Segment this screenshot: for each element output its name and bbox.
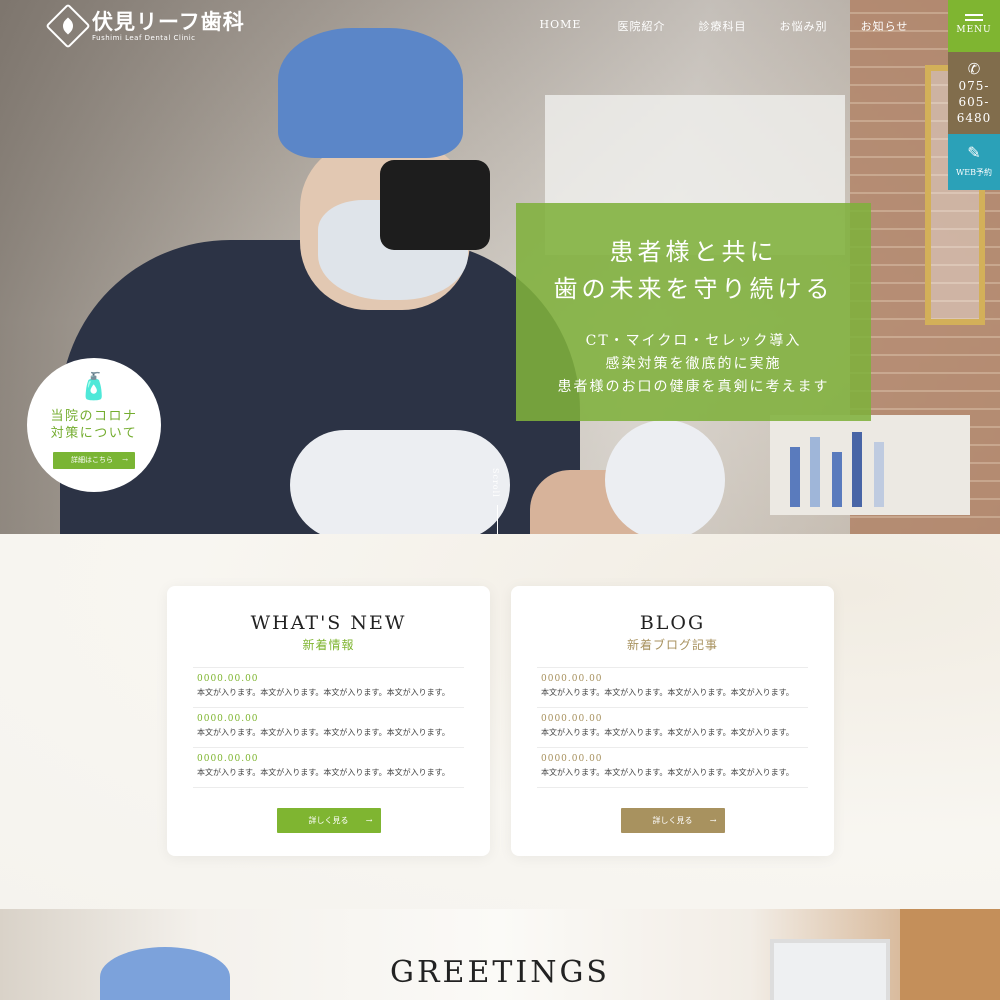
news-subtitle: 新着情報 — [302, 638, 355, 652]
tel-line: 605- — [958, 95, 990, 109]
greetings-section: GREETINGS — [0, 909, 1000, 1000]
hero-glove-right — [605, 420, 725, 534]
menu-button[interactable]: MENU — [948, 0, 1000, 52]
global-nav: HOME 医院紹介 診療科目 お悩み別 お知らせ — [520, 18, 925, 34]
hero-catchcopy: 患者様と共に 歯の未来を守り続ける — [516, 234, 871, 308]
hero-catch-line2: 歯の未来を守り続ける — [553, 275, 834, 303]
calendar-edit-icon: ✎ — [967, 143, 981, 162]
news-item[interactable]: 0000.00.00 本文が入ります。本文が入ります。本文が入ります。本文が入り… — [193, 708, 464, 748]
news-date: 0000.00.00 — [197, 714, 259, 724]
blog-text: 本文が入ります。本文が入ります。本文が入ります。本文が入ります。 — [541, 728, 794, 737]
logo-subtitle: Fushimi Leaf Dental Clinic — [92, 34, 196, 42]
greetings-title: GREETINGS — [390, 955, 610, 990]
news-date: 0000.00.00 — [197, 754, 259, 764]
blog-list: 0000.00.00 本文が入ります。本文が入ります。本文が入ります。本文が入り… — [537, 667, 808, 788]
hero-points: CT・マイクロ・セレック導入 感染対策を徹底的に実施 患者様のお口の健康を真剣に… — [516, 330, 871, 399]
news-text: 本文が入ります。本文が入ります。本文が入ります。本文が入ります。 — [197, 688, 450, 697]
blog-date: 0000.00.00 — [541, 754, 603, 764]
logo-name: 伏見リーフ歯科 — [92, 9, 245, 34]
news-title: WHAT'S NEW — [250, 612, 407, 634]
blog-text: 本文が入ります。本文が入ります。本文が入ります。本文が入ります。 — [541, 688, 794, 697]
hamburger-icon-bar — [965, 19, 983, 21]
side-fixed-bar: MENU ✆ 075- 605- 6480 ✎ WEB予約 — [948, 0, 1000, 190]
blog-date: 0000.00.00 — [541, 714, 603, 724]
nav-news[interactable]: お知らせ — [844, 18, 925, 34]
tel-button[interactable]: ✆ 075- 605- 6480 — [948, 52, 1000, 134]
blog-item[interactable]: 0000.00.00 本文が入ります。本文が入ります。本文が入ります。本文が入り… — [537, 668, 808, 708]
news-text: 本文が入ります。本文が入ります。本文が入ります。本文が入ります。 — [197, 768, 450, 777]
nav-clinic[interactable]: 医院紹介 — [601, 18, 682, 34]
corona-title: 当院のコロナ 対策について — [27, 408, 161, 442]
hero-dentist-cap — [278, 28, 463, 158]
blog-subtitle: 新着ブログ記事 — [626, 638, 718, 652]
news-item[interactable]: 0000.00.00 本文が入ります。本文が入ります。本文が入ります。本文が入り… — [193, 748, 464, 788]
hero-point: 感染対策を徹底的に実施 — [605, 356, 782, 372]
hero-point: 患者様のお口の健康を真剣に考えます — [557, 379, 830, 395]
blog-more-button[interactable]: 詳しく見る — [620, 808, 725, 833]
nav-treatment[interactable]: 診療科目 — [682, 18, 763, 34]
blog-item[interactable]: 0000.00.00 本文が入ります。本文が入ります。本文が入ります。本文が入り… — [537, 748, 808, 788]
hero: 伏見リーフ歯科 Fushimi Leaf Dental Clinic HOME … — [0, 0, 1000, 534]
news-text: 本文が入ります。本文が入ります。本文が入ります。本文が入ります。 — [197, 728, 450, 737]
news-section — [0, 534, 1000, 909]
hero-point: CT・マイクロ・セレック導入 — [585, 333, 802, 349]
hero-catch-line1: 患者様と共に — [609, 238, 778, 266]
hero-dentist-loupe — [380, 160, 490, 250]
blog-item[interactable]: 0000.00.00 本文が入ります。本文が入ります。本文が入ります。本文が入り… — [537, 708, 808, 748]
blog-text: 本文が入ります。本文が入ります。本文が入ります。本文が入ります。 — [541, 768, 794, 777]
news-card: WHAT'S NEW 新着情報 0000.00.00 本文が入ります。本文が入り… — [167, 586, 490, 856]
hero-catch-box: 患者様と共に 歯の未来を守り続ける CT・マイクロ・セレック導入 感染対策を徹底… — [516, 203, 871, 421]
web-reserve-button[interactable]: ✎ WEB予約 — [948, 134, 1000, 190]
hero-glove-left — [290, 430, 510, 534]
news-date: 0000.00.00 — [197, 674, 259, 684]
news-more-button[interactable]: 詳しく見る — [276, 808, 381, 833]
news-list: 0000.00.00 本文が入ります。本文が入ります。本文が入ります。本文が入り… — [193, 667, 464, 788]
tel-line: 075- — [958, 79, 990, 93]
hamburger-icon — [965, 14, 983, 16]
sanitizer-icon: 🧴 — [77, 372, 111, 402]
web-reserve-label: WEB予約 — [956, 168, 992, 177]
scroll-line — [497, 505, 498, 534]
nav-concerns[interactable]: お悩み別 — [763, 18, 844, 34]
hero-shelf — [770, 415, 970, 515]
phone-icon: ✆ — [967, 60, 981, 78]
blog-date: 0000.00.00 — [541, 674, 603, 684]
leaf-logo-icon — [45, 3, 91, 49]
menu-label: MENU — [956, 25, 992, 35]
blog-title: BLOG — [639, 612, 706, 634]
nav-home[interactable]: HOME — [520, 18, 601, 34]
corona-detail-button[interactable]: 詳細はこちら — [53, 452, 135, 469]
corona-badge[interactable]: 🧴 当院のコロナ 対策について 詳細はこちら — [27, 358, 161, 492]
blog-card: BLOG 新着ブログ記事 0000.00.00 本文が入ります。本文が入ります。… — [511, 586, 834, 856]
news-item[interactable]: 0000.00.00 本文が入ります。本文が入ります。本文が入ります。本文が入り… — [193, 668, 464, 708]
tel-line: 6480 — [956, 111, 992, 125]
corona-line1: 当院のコロナ — [50, 409, 138, 424]
scroll-label: Scroll — [491, 468, 500, 498]
logo[interactable]: 伏見リーフ歯科 Fushimi Leaf Dental Clinic — [45, 3, 245, 49]
corona-line2: 対策について — [50, 426, 138, 441]
